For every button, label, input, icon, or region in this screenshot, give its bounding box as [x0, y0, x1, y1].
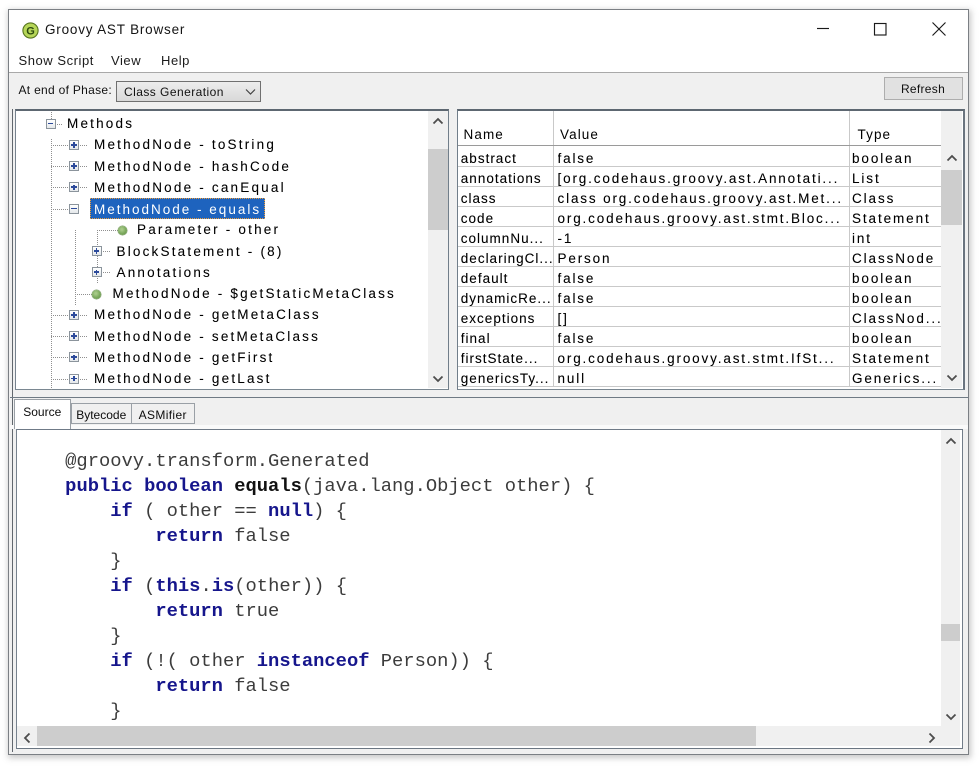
- svg-text:G: G: [26, 26, 35, 38]
